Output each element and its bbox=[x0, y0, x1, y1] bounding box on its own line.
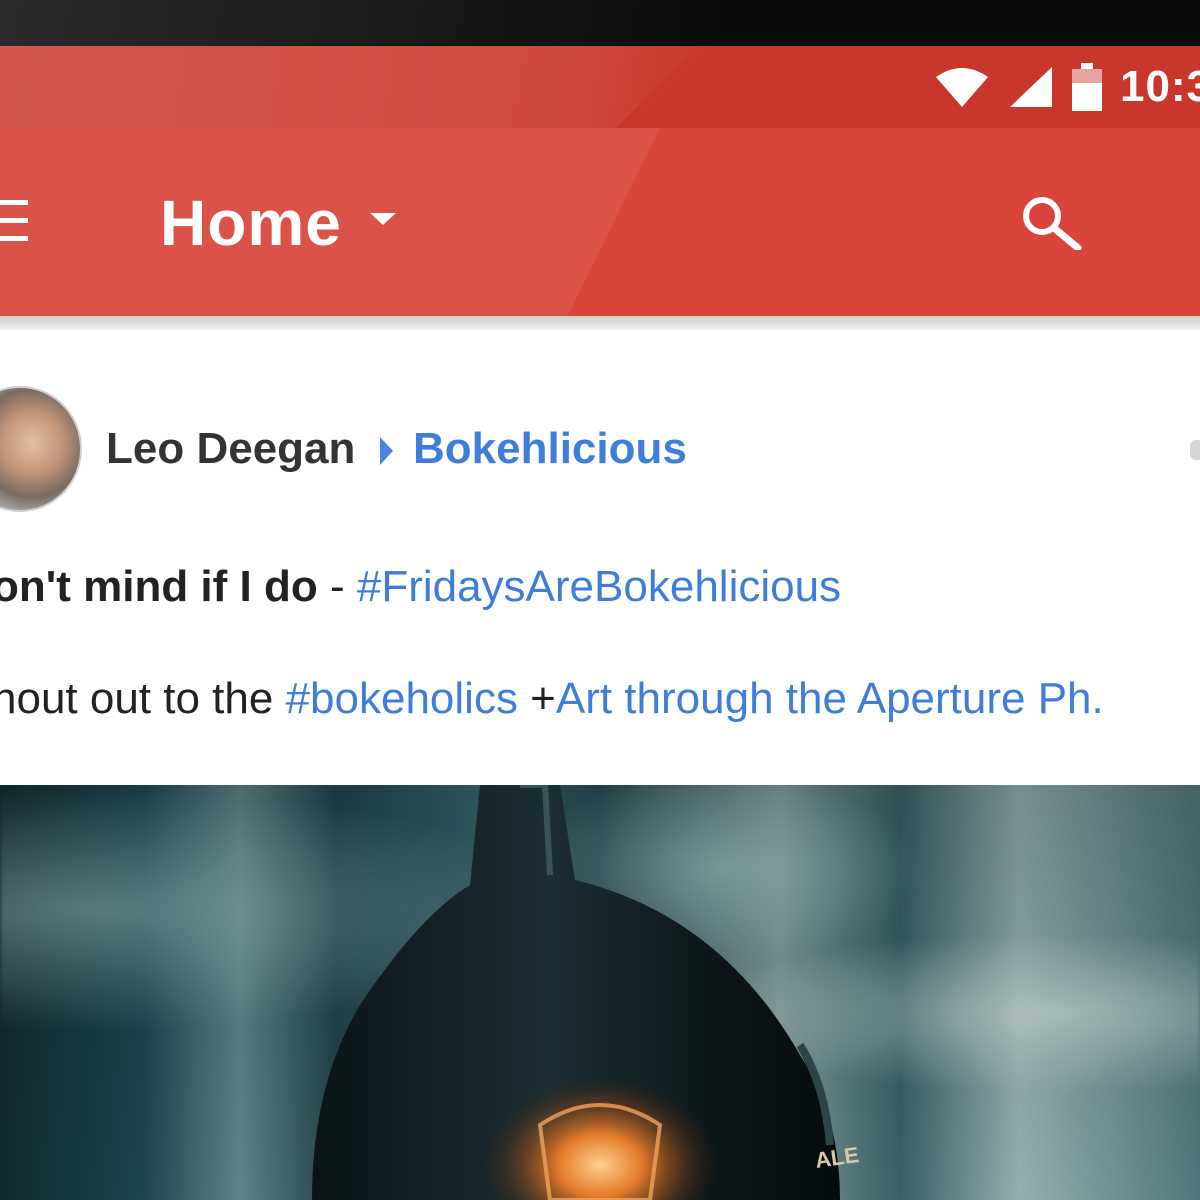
mention-link[interactable]: Art through the Aperture Ph. bbox=[556, 674, 1104, 723]
wifi-icon bbox=[936, 68, 988, 107]
status-time: 10:3 bbox=[1120, 62, 1200, 111]
signal-icon bbox=[1010, 67, 1052, 107]
post-body-text: hout out to the bbox=[0, 674, 286, 723]
share-arrow-icon bbox=[380, 437, 393, 465]
post-line-1: on't mind if I do - #FridaysAreBokehlici… bbox=[0, 562, 841, 612]
page-title[interactable]: Home bbox=[160, 186, 342, 260]
battery-icon bbox=[1072, 63, 1102, 111]
more-options-icon[interactable] bbox=[1190, 440, 1200, 460]
post-line-2: hout out to the #bokeholics +Art through… bbox=[0, 674, 1104, 724]
post-title-text: on't mind if I do bbox=[0, 562, 318, 611]
dropdown-icon[interactable] bbox=[370, 213, 396, 225]
post-separator: - bbox=[317, 562, 357, 611]
community-link[interactable]: Bokehlicious bbox=[413, 424, 687, 474]
phone-bezel bbox=[0, 0, 1200, 46]
menu-icon[interactable] bbox=[0, 200, 28, 242]
search-icon[interactable] bbox=[1018, 194, 1084, 250]
hashtag-bokeholics[interactable]: #bokeholics bbox=[286, 674, 518, 723]
post-image[interactable]: ALE bbox=[0, 785, 1200, 1200]
bottle-illustration bbox=[312, 785, 840, 1200]
status-icons: 10:3 bbox=[934, 46, 1200, 128]
author-name[interactable]: Leo Deegan bbox=[106, 424, 355, 474]
app-bar-shadow bbox=[0, 316, 1200, 330]
status-bar: 10:3 bbox=[0, 46, 1200, 128]
plus-mention-sign: + bbox=[517, 674, 556, 723]
hashtag-fridays[interactable]: #FridaysAreBokehlicious bbox=[357, 562, 841, 611]
